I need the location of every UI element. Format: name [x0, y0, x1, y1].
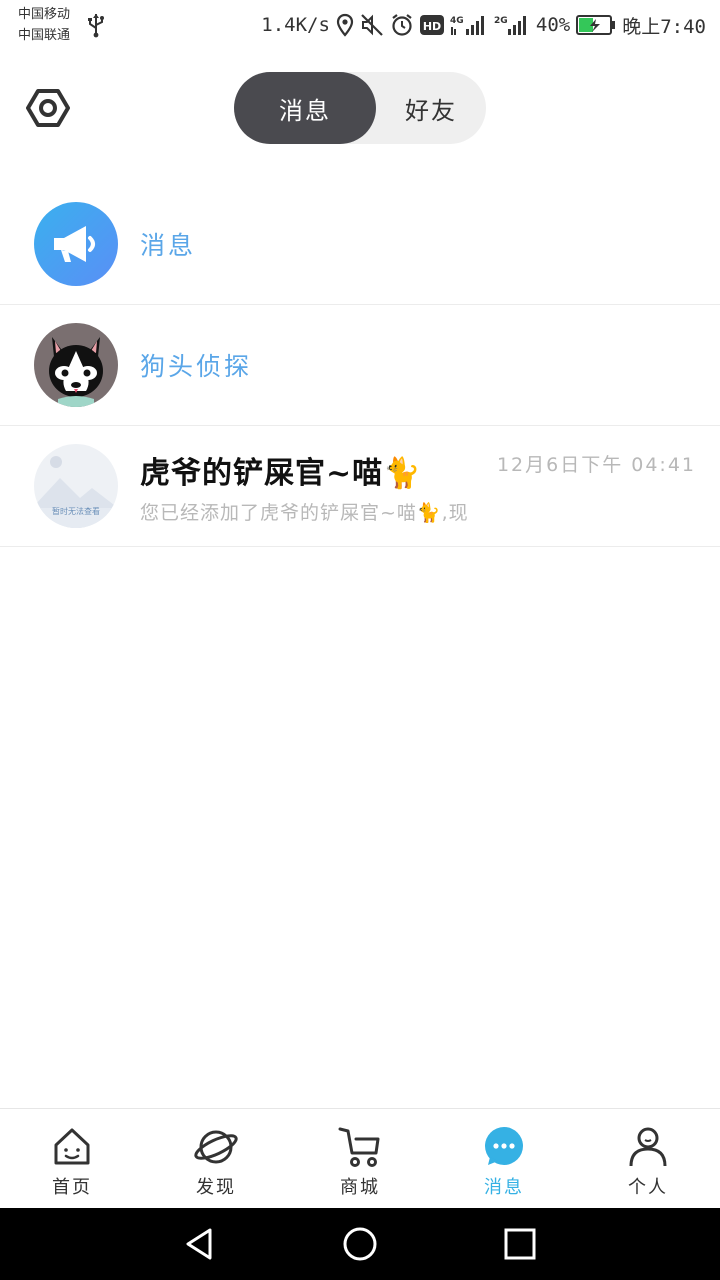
home-circle-icon[interactable]	[342, 1226, 378, 1262]
tab-label: 首页	[52, 1177, 92, 1198]
conversation-list: 消息 狗头侦探 暂时无法查看 虎爷的铲屎官~喵🐈 12月6日下午 04:41 您…	[0, 184, 720, 547]
tab-label: 消息	[484, 1177, 524, 1198]
message-time: 12月6日下午 04:41	[496, 454, 696, 476]
chat-bubble-icon	[485, 1127, 523, 1165]
clock: 晚上7:40	[622, 15, 706, 38]
hd-label: HD	[423, 20, 441, 33]
carrier-1: 中国移动	[18, 7, 71, 22]
tab-label: 发现	[196, 1177, 236, 1198]
planet-icon	[194, 1130, 238, 1164]
carrier-2: 中国联通	[18, 28, 71, 43]
megaphone-avatar	[34, 202, 118, 286]
mute-icon	[360, 13, 384, 37]
net-speed: 1.4K/s	[261, 14, 330, 36]
husky-icon	[49, 337, 103, 407]
contact-name: 虎爷的铲屎官~喵🐈	[140, 456, 422, 491]
tab-shop[interactable]: 商城	[288, 1109, 432, 1208]
list-item-label: 消息	[140, 231, 197, 260]
tab-profile[interactable]: 个人	[576, 1109, 720, 1208]
home-icon	[54, 1128, 90, 1165]
settings-hexagon-icon[interactable]	[26, 88, 70, 128]
list-item-label: 狗头侦探	[140, 352, 253, 381]
net-4g-label: 4G	[450, 16, 464, 26]
bottom-tab-bar: 首页 发现 商城 消息 个人	[0, 1108, 720, 1208]
net-2g-label: 2G	[494, 16, 508, 26]
image-placeholder-icon: 暂时无法查看	[34, 456, 118, 528]
recents-square-icon[interactable]	[502, 1226, 538, 1262]
signal-4g-icon: 4G	[450, 13, 488, 37]
status-icons: 1.4K/s HD 4G 2G 40% 晚上7:40	[261, 10, 706, 40]
usb-icon	[88, 14, 104, 38]
system-navigation-bar	[0, 1208, 720, 1280]
tab-discover[interactable]: 发现	[144, 1109, 288, 1208]
person-icon	[629, 1127, 667, 1167]
battery-charging-icon	[576, 14, 616, 36]
carrier-info: 中国移动 中国联通	[18, 4, 70, 46]
messages-friends-toggle: 消息 好友	[234, 72, 486, 144]
status-bar: 中国移动 中国联通 1.4K/s HD 4G 2G 40% 晚上7:40	[0, 0, 720, 50]
list-item-chat[interactable]: 暂时无法查看 虎爷的铲屎官~喵🐈 12月6日下午 04:41 您已经添加了虎爷的…	[0, 426, 720, 547]
cart-icon	[338, 1127, 380, 1167]
hd-icon: HD	[419, 14, 444, 36]
list-item-notifications[interactable]: 消息	[0, 184, 720, 305]
back-triangle-icon[interactable]	[182, 1226, 218, 1262]
tab-label: 商城	[340, 1177, 380, 1198]
alarm-icon	[390, 13, 414, 37]
tab-friends[interactable]: 好友	[376, 72, 486, 144]
signal-2g-icon: 2G	[494, 13, 530, 37]
location-icon	[336, 13, 354, 37]
placeholder-avatar: 暂时无法查看	[34, 444, 118, 528]
message-preview: 您已经添加了虎爷的铲屎官~喵🐈,现	[140, 502, 469, 524]
husky-avatar	[34, 323, 118, 407]
tab-home[interactable]: 首页	[0, 1109, 144, 1208]
megaphone-icon	[54, 226, 95, 262]
battery-percent: 40%	[535, 14, 571, 36]
tab-messages[interactable]: 消息	[234, 72, 376, 144]
tab-label: 个人	[628, 1177, 668, 1198]
avatar-unavailable-text: 暂时无法查看	[52, 506, 100, 516]
tab-messages-nav[interactable]: 消息	[432, 1109, 576, 1208]
list-item-dog-detective[interactable]: 狗头侦探	[0, 305, 720, 426]
